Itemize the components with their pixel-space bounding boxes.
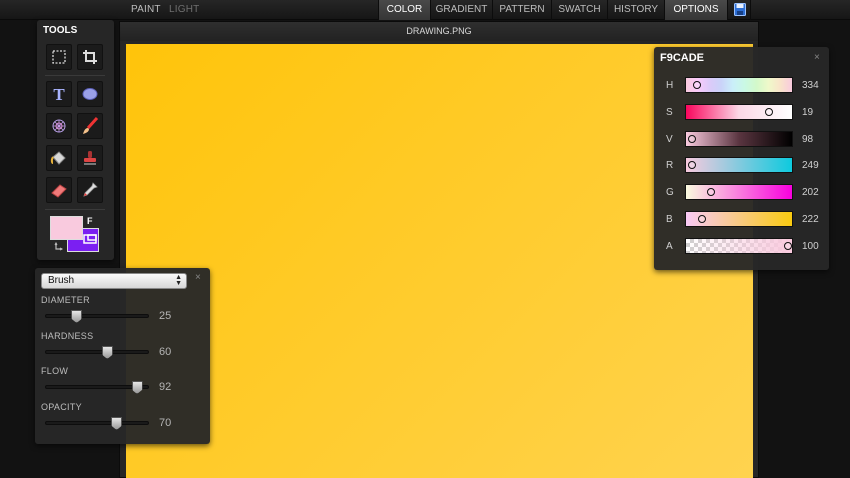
channel-knob[interactable] bbox=[706, 188, 715, 196]
slider-thumb[interactable] bbox=[101, 346, 113, 359]
brush-icon bbox=[83, 117, 99, 134]
tool-ellipse[interactable] bbox=[77, 81, 103, 107]
slider-thumb[interactable] bbox=[131, 381, 143, 394]
hardness-label: HARDNESS bbox=[41, 331, 94, 341]
diameter-label: DIAMETER bbox=[41, 295, 90, 305]
tool-spirograph[interactable] bbox=[46, 113, 72, 139]
color-hex-title: F9CADE bbox=[660, 52, 705, 64]
opacity-label: OPACITY bbox=[41, 402, 82, 412]
channel-value-s: 19 bbox=[802, 107, 814, 118]
channel-knob[interactable] bbox=[687, 161, 696, 169]
brush-options-panel: Brush ▲ ▼ × DIAMETER 25 HARDNESS 60 FLOW … bbox=[35, 268, 210, 444]
channel-value-g: 202 bbox=[802, 187, 819, 198]
crop-icon bbox=[83, 50, 97, 64]
channel-slider-b[interactable] bbox=[685, 211, 793, 227]
floppy-disk-icon bbox=[734, 3, 746, 16]
save-button[interactable] bbox=[727, 0, 751, 20]
flow-label: FLOW bbox=[41, 366, 69, 376]
channel-slider-h[interactable] bbox=[685, 77, 793, 93]
marquee-select-icon bbox=[52, 50, 66, 64]
text-icon: T bbox=[53, 85, 65, 103]
channel-knob[interactable] bbox=[697, 215, 706, 223]
tools-divider bbox=[45, 75, 105, 76]
slider-thumb[interactable] bbox=[111, 417, 123, 430]
tools-divider bbox=[45, 209, 105, 210]
tool-picker[interactable] bbox=[77, 177, 103, 203]
tool-text[interactable]: T bbox=[46, 81, 72, 107]
channel-slider-r[interactable] bbox=[685, 157, 793, 173]
diameter-slider[interactable] bbox=[45, 310, 149, 323]
fill-bucket-icon bbox=[50, 151, 66, 165]
channel-label-g: G bbox=[666, 187, 674, 198]
select-arrows-icon: ▲ ▼ bbox=[175, 274, 182, 287]
channel-knob[interactable] bbox=[765, 108, 774, 116]
channel-label-r: R bbox=[666, 160, 674, 171]
fill-label: F bbox=[87, 216, 93, 226]
channel-value-r: 249 bbox=[802, 160, 819, 171]
menu-paint[interactable]: PAINT bbox=[131, 0, 161, 20]
tab-pattern[interactable]: PATTERN bbox=[492, 0, 551, 20]
channel-knob[interactable] bbox=[784, 242, 792, 250]
document-title: DRAWING.PNG bbox=[120, 22, 758, 41]
channel-value-a: 100 bbox=[802, 241, 819, 252]
brush-type-select[interactable]: Brush ▲ ▼ bbox=[41, 273, 187, 289]
channel-label-b: B bbox=[666, 214, 673, 225]
tab-history[interactable]: HISTORY bbox=[607, 0, 664, 20]
tab-gradient[interactable]: GRADIENT bbox=[430, 0, 492, 20]
flow-slider[interactable] bbox=[45, 381, 149, 394]
channel-slider-a[interactable] bbox=[685, 238, 793, 254]
slider-thumb[interactable] bbox=[71, 310, 83, 323]
tool-eraser[interactable] bbox=[46, 177, 72, 203]
flow-value: 92 bbox=[159, 381, 172, 393]
tools-title: TOOLS bbox=[43, 25, 78, 36]
ellipse-icon bbox=[82, 88, 98, 100]
fill-mode-icon bbox=[83, 234, 97, 244]
opacity-slider[interactable] bbox=[45, 417, 149, 430]
tab-options[interactable]: OPTIONS bbox=[664, 0, 727, 20]
tool-fill[interactable] bbox=[46, 145, 72, 171]
channel-slider-s[interactable] bbox=[685, 104, 793, 120]
tool-selection[interactable] bbox=[46, 44, 72, 70]
hardness-value: 60 bbox=[159, 346, 172, 358]
tool-stamp[interactable] bbox=[77, 145, 103, 171]
channel-label-s: S bbox=[666, 107, 673, 118]
channel-label-a: A bbox=[666, 241, 673, 252]
channel-knob[interactable] bbox=[692, 81, 701, 89]
channel-value-h: 334 bbox=[802, 80, 819, 91]
close-icon[interactable]: × bbox=[814, 53, 820, 63]
svg-text:T: T bbox=[53, 85, 65, 103]
eraser-icon bbox=[51, 184, 67, 198]
close-icon[interactable]: × bbox=[195, 273, 201, 283]
channel-knob[interactable] bbox=[687, 135, 696, 143]
opacity-value: 70 bbox=[159, 417, 172, 429]
channel-label-v: V bbox=[666, 134, 673, 145]
hardness-slider[interactable] bbox=[45, 346, 149, 359]
top-menu-bar: PAINT LIGHT COLOR GRADIENT PATTERN SWATC… bbox=[0, 0, 850, 20]
swap-colors-icon[interactable] bbox=[54, 242, 64, 252]
brush-type-value: Brush bbox=[48, 275, 75, 286]
tab-color[interactable]: COLOR bbox=[378, 0, 430, 20]
tool-brush[interactable] bbox=[77, 113, 103, 139]
channel-slider-g[interactable] bbox=[685, 184, 793, 200]
channel-slider-v[interactable] bbox=[685, 131, 793, 147]
foreground-color-swatch[interactable] bbox=[50, 216, 83, 240]
menu-light[interactable]: LIGHT bbox=[169, 0, 199, 20]
color-picker-panel: F9CADE × H 334 S 19 V 98 R 249 G 202 B 2… bbox=[654, 47, 829, 270]
channel-value-v: 98 bbox=[802, 134, 814, 145]
tool-crop[interactable] bbox=[77, 44, 103, 70]
channel-label-h: H bbox=[666, 80, 674, 91]
stamp-icon bbox=[84, 151, 96, 165]
eyedropper-icon bbox=[83, 182, 98, 197]
tab-swatch[interactable]: SWATCH bbox=[551, 0, 607, 20]
spirograph-icon bbox=[52, 119, 66, 133]
channel-value-b: 222 bbox=[802, 214, 819, 225]
diameter-value: 25 bbox=[159, 310, 172, 322]
